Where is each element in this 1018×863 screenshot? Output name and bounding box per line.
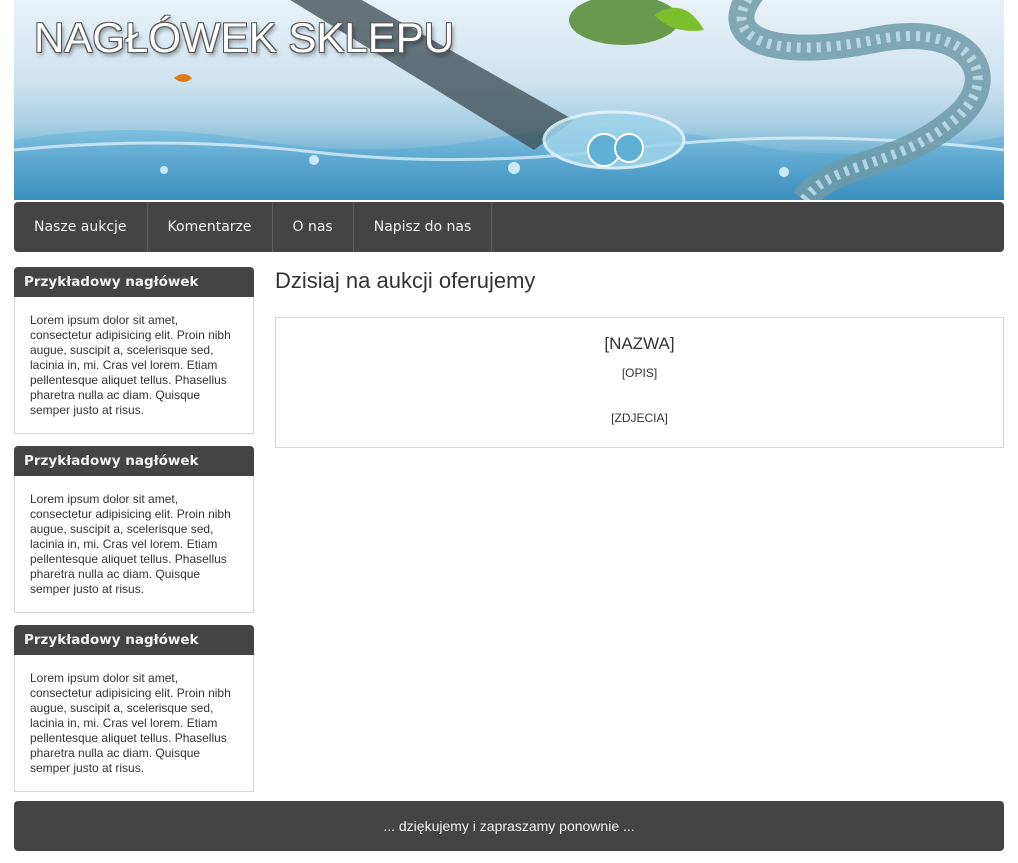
nav-item-comments[interactable]: Komentarze	[148, 202, 273, 252]
sidebar-box-text: Lorem ipsum dolor sit amet, consectetur …	[14, 476, 254, 613]
shop-title: NAGŁÓWEK SKLEPU	[34, 14, 455, 61]
main-navigation: Nasze aukcje Komentarze O nas Napisz do …	[14, 202, 1004, 252]
item-photos: [ZDJECIA]	[611, 411, 668, 425]
nav-item-auctions[interactable]: Nasze aukcje	[14, 202, 148, 252]
footer: ... dziękujemy i zapraszamy ponownie ...	[14, 801, 1004, 851]
nav-item-about[interactable]: O nas	[273, 202, 354, 252]
sidebar-box-title: Przykładowy nagłówek	[14, 267, 254, 297]
sidebar-box-title: Przykładowy nagłówek	[14, 446, 254, 476]
header-banner: NAGŁÓWEK SKLEPU	[14, 0, 1004, 200]
page-title: Dzisiaj na aukcji oferujemy	[275, 268, 536, 293]
item-name: [NAZWA]	[604, 334, 675, 353]
sidebar-box-text: Lorem ipsum dolor sit amet, consectetur …	[14, 297, 254, 434]
sidebar: Przykładowy nagłówek Lorem ipsum dolor s…	[14, 267, 254, 804]
item-description: [OPIS]	[621, 366, 658, 380]
sidebar-box: Przykładowy nagłówek Lorem ipsum dolor s…	[14, 625, 254, 792]
auction-item-card: [NAZWA] [OPIS] [ZDJECIA]	[275, 317, 1004, 448]
main-content: Dzisiaj na aukcji oferujemy [NAZWA] [OPI…	[275, 267, 1004, 448]
nav-item-contact[interactable]: Napisz do nas	[354, 202, 493, 252]
sidebar-box-text: Lorem ipsum dolor sit amet, consectetur …	[14, 655, 254, 792]
sidebar-box-title: Przykładowy nagłówek	[14, 625, 254, 655]
sidebar-box: Przykładowy nagłówek Lorem ipsum dolor s…	[14, 267, 254, 434]
footer-text: ... dziękujemy i zapraszamy ponownie ...	[383, 818, 635, 834]
sidebar-box: Przykładowy nagłówek Lorem ipsum dolor s…	[14, 446, 254, 613]
